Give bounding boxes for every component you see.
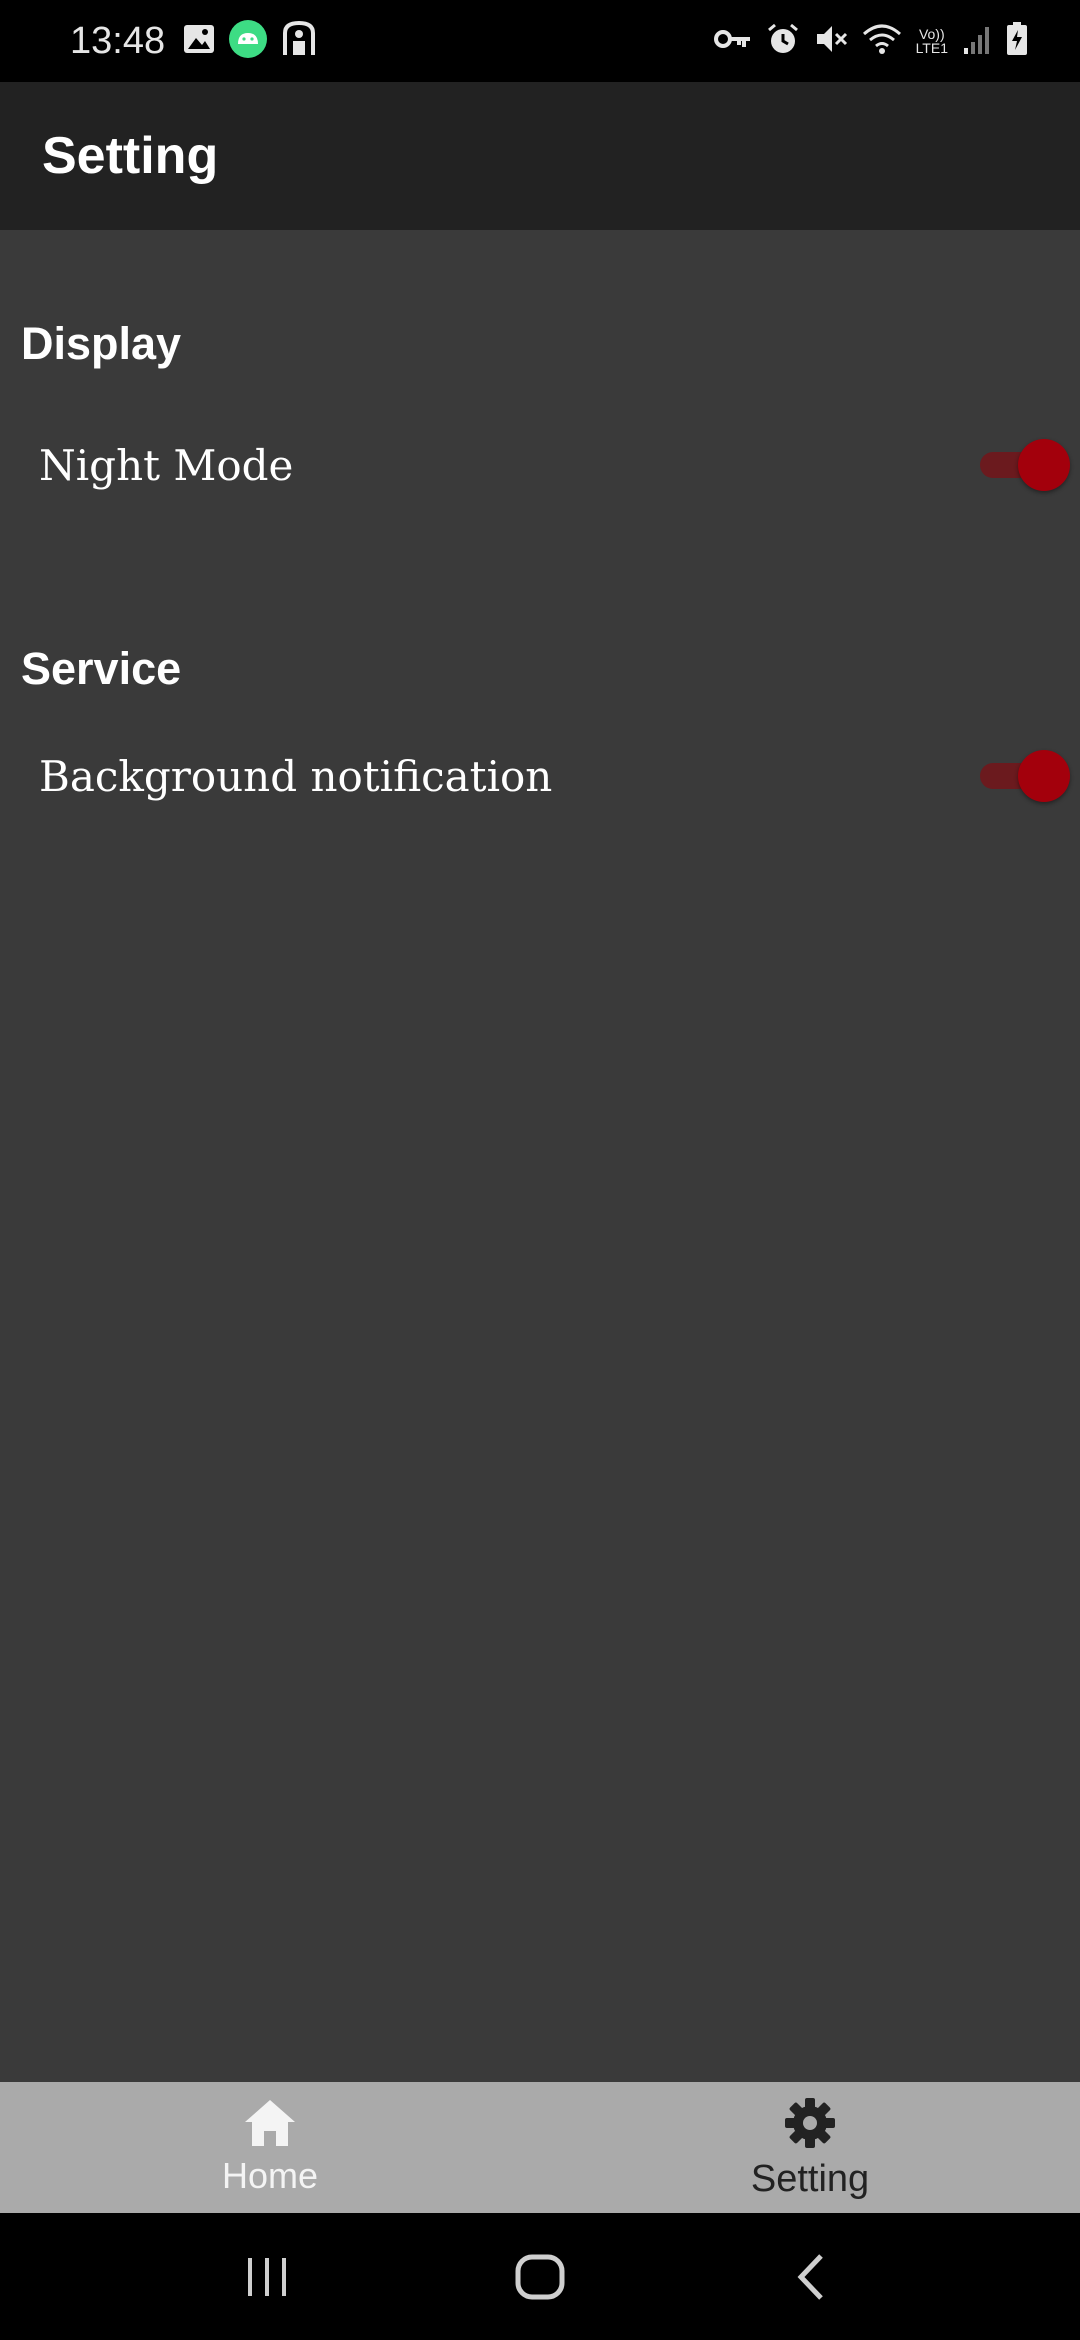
settings-content: Display Night Mode Service Background no…: [0, 230, 1080, 2082]
home-icon: [243, 2098, 297, 2153]
nav-setting[interactable]: Setting: [540, 2082, 1080, 2213]
volte-line1: Vo)): [918, 26, 945, 42]
pref-background-notification-label: Background notification: [39, 751, 553, 801]
alarm-icon: [766, 22, 800, 61]
signal-icon: [962, 24, 992, 59]
home-circle-icon: [515, 2254, 565, 2299]
back-button[interactable]: [768, 2232, 858, 2322]
mute-icon: [814, 22, 848, 61]
image-icon: [183, 24, 215, 59]
nav-setting-label: Setting: [750, 2157, 870, 2200]
gear-icon: [782, 2095, 838, 2156]
battery-charging-icon: [1006, 21, 1028, 61]
status-time: 13:48: [70, 19, 166, 62]
vpn-key-icon: [713, 27, 752, 56]
home-system-button[interactable]: [495, 2232, 585, 2322]
accessibility-icon: [281, 20, 317, 62]
volte-line2: LTE1: [915, 40, 948, 56]
status-right: Vo)) LTE1: [713, 21, 1028, 61]
section-header-service: Service: [21, 643, 182, 694]
nav-home[interactable]: Home: [0, 2082, 540, 2213]
android-icon: [229, 19, 268, 63]
pref-night-mode[interactable]: Night Mode: [0, 410, 1080, 520]
section-header-display: Display: [21, 318, 182, 369]
nav-home-label: Home: [221, 2155, 319, 2196]
bottom-nav: Home Setting: [0, 2082, 1080, 2213]
switch-thumb: [1018, 750, 1070, 802]
volte-icon: Vo)) LTE1: [916, 27, 948, 55]
back-chevron-icon: [797, 2253, 824, 2300]
system-nav-bar: [0, 2213, 1080, 2340]
background-notification-switch[interactable]: [980, 746, 1070, 806]
pref-night-mode-label: Night Mode: [39, 440, 294, 490]
wifi-icon: [862, 22, 902, 61]
recent-apps-button[interactable]: [222, 2232, 312, 2322]
page-title: Setting: [42, 127, 219, 185]
status-bar: 13:48 Vo)) LTE1: [0, 0, 1080, 82]
status-left: 13:48: [70, 19, 317, 63]
app-bar: Setting: [0, 82, 1080, 230]
screen: 13:48 Vo)) LTE1 Setting Display Night Mo…: [0, 0, 1080, 2340]
switch-thumb: [1018, 439, 1070, 491]
night-mode-switch[interactable]: [980, 435, 1070, 495]
pref-background-notification[interactable]: Background notification: [0, 721, 1080, 831]
status-icons-left: [183, 19, 317, 63]
recent-apps-icon: [247, 2257, 286, 2296]
